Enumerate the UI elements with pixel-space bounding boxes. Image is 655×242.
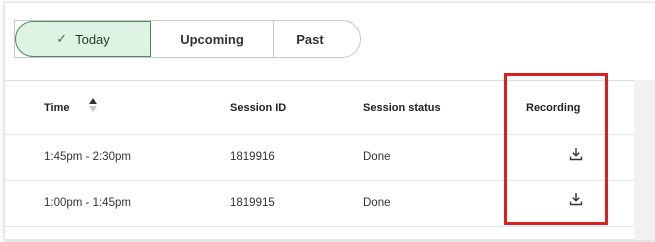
tab-past[interactable]: Past — [274, 21, 360, 57]
tab-upcoming[interactable]: Upcoming — [151, 21, 274, 57]
column-header-time[interactable]: Time — [44, 101, 69, 115]
cell-session-status: Done — [363, 151, 391, 163]
cell-time: 1:00pm - 1:45pm — [44, 197, 131, 209]
recording-column-highlight — [504, 73, 608, 225]
check-icon: ✓ — [56, 31, 68, 46]
column-header-session-id: Session ID — [230, 102, 287, 114]
tab-past-label: Past — [296, 31, 324, 47]
cell-session-status: Done — [363, 197, 391, 209]
tab-today[interactable]: ✓ Today — [15, 21, 151, 57]
scroll-gutter — [634, 80, 655, 240]
cell-session-id: 1819915 — [230, 197, 275, 209]
row-divider — [4, 226, 634, 227]
session-filter-tabs: ✓ Today Upcoming Past — [14, 20, 361, 58]
column-header-session-status: Session status — [363, 102, 441, 114]
cell-session-id: 1819916 — [230, 151, 275, 163]
cell-time: 1:45pm - 2:30pm — [44, 151, 131, 163]
tab-upcoming-label: Upcoming — [180, 31, 244, 47]
tab-today-label: Today — [75, 31, 110, 47]
sort-ascending-icon[interactable] — [88, 96, 98, 114]
